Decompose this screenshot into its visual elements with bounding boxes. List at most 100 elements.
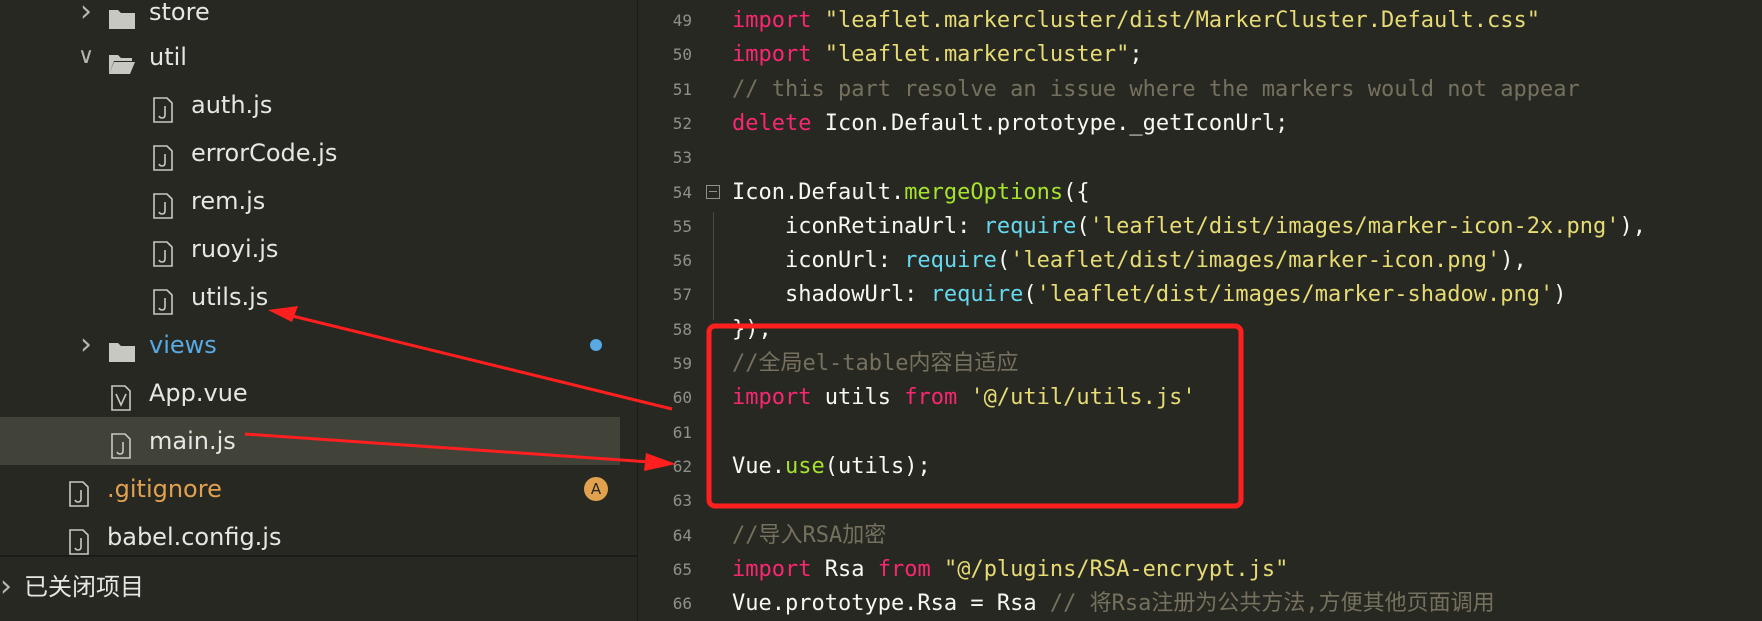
code-line[interactable]: 51 // this part resolve an issue where th… — [638, 73, 1762, 107]
line-number: 57 — [672, 285, 692, 304]
line-number: 59 — [672, 354, 692, 373]
code-line[interactable]: 55 iconRetinaUrl: require('leaflet/dist/… — [638, 210, 1762, 244]
code-line[interactable]: 65 import Rsa from "@/plugins/RSA-encrypt… — [638, 553, 1762, 587]
code-token: Vue.prototype.Rsa = Rsa — [732, 591, 1050, 616]
code-line[interactable]: 61 — [638, 416, 1762, 450]
code-token: import — [732, 385, 812, 410]
line-number: 55 — [672, 217, 692, 236]
line-number: 49 — [672, 11, 692, 30]
js-file-icon — [152, 283, 178, 315]
code-token: ({ — [1063, 180, 1090, 205]
code-token: iconRetinaUrl: — [732, 214, 984, 239]
code-token: require — [983, 214, 1077, 239]
sidebar-item-babel-config-js[interactable]: babel.config.js — [0, 513, 620, 561]
sidebar-item-label: util — [149, 43, 187, 71]
code-token: Rsa — [811, 557, 878, 582]
code-line[interactable]: 50 import "leaflet.markercluster"; — [638, 38, 1762, 72]
sidebar-item-label: errorCode.js — [191, 139, 338, 167]
code-text: import "leaflet.markercluster/dist/Marke… — [732, 4, 1540, 38]
sidebar-item-main-js[interactable]: main.js — [0, 417, 620, 465]
fold-collapse-icon[interactable] — [706, 185, 720, 199]
code-line[interactable]: 54 Icon.Default.mergeOptions({ — [638, 176, 1762, 210]
modified-dot-badge — [590, 339, 602, 351]
js-file-icon — [152, 139, 178, 171]
code-token: Icon.Default.prototype._getIconUrl; — [811, 111, 1289, 136]
code-token: from — [877, 557, 931, 582]
sidebar-item-ruoyi-js[interactable]: ruoyi.js — [0, 225, 620, 273]
code-text: iconRetinaUrl: require('leaflet/dist/ima… — [732, 210, 1646, 244]
line-number: 65 — [672, 560, 692, 579]
code-token: "leaflet.markercluster/dist/MarkerCluste… — [824, 8, 1540, 33]
chevron-right-icon[interactable]: › — [74, 321, 98, 369]
chevron-right-icon[interactable]: › — [74, 0, 98, 36]
code-text: iconUrl: require('leaflet/dist/images/ma… — [732, 244, 1527, 278]
line-number: 63 — [672, 491, 692, 510]
line-number: 66 — [672, 594, 692, 613]
sidebar-item-label: App.vue — [149, 379, 248, 407]
code-token: import — [732, 42, 812, 67]
sidebar-item-views[interactable]: › views — [0, 321, 620, 369]
sidebar-item-label: store — [149, 0, 210, 26]
sidebar-item-label: rem.js — [191, 187, 266, 215]
sidebar-item-store[interactable]: › store — [0, 0, 620, 36]
code-line[interactable]: 62 Vue.use(utils); — [638, 450, 1762, 484]
code-token: 'leaflet/dist/images/marker-icon-2x.png' — [1089, 214, 1620, 239]
code-token: //导入RSA加密 — [732, 523, 887, 548]
code-line[interactable]: 60 import utils from '@/util/utils.js' — [638, 381, 1762, 415]
sidebar-item-gitignore[interactable]: .gitignore A — [0, 465, 620, 513]
code-editor[interactable]: 49 import "leaflet.markercluster/dist/Mar… — [637, 0, 1762, 621]
sidebar-item-label: views — [149, 331, 217, 359]
js-file-icon — [152, 91, 178, 123]
sidebar-item-util[interactable]: ∨ util — [0, 33, 620, 81]
code-token: ), — [1500, 248, 1527, 273]
chevron-right-icon[interactable]: › — [0, 557, 14, 617]
code-line[interactable]: 52 delete Icon.Default.prototype._getIcon… — [638, 107, 1762, 141]
code-text: //全局el-table内容自适应 — [732, 347, 1018, 381]
folder-icon — [108, 0, 135, 29]
code-token: import — [732, 557, 812, 582]
sidebar-item-utils-js[interactable]: utils.js — [0, 273, 620, 321]
sidebar-item-auth-js[interactable]: auth.js — [0, 81, 620, 129]
line-number: 58 — [672, 320, 692, 339]
code-line[interactable]: 57 shadowUrl: require('leaflet/dist/imag… — [638, 278, 1762, 312]
code-token: ( — [996, 248, 1011, 273]
code-token: use — [784, 454, 825, 479]
code-line[interactable]: 56 iconUrl: require('leaflet/dist/images… — [638, 244, 1762, 278]
line-number: 53 — [672, 148, 692, 167]
code-token: ( — [1076, 214, 1090, 239]
code-token: import — [732, 8, 812, 33]
code-line[interactable]: 53 — [638, 141, 1762, 175]
line-number: 61 — [672, 423, 692, 442]
code-token: ) — [1553, 282, 1567, 307]
code-token: // 将Rsa注册为公共方法,方便其他页面调用 — [1049, 591, 1495, 616]
code-line[interactable]: 59 //全局el-table内容自适应 — [638, 347, 1762, 381]
code-line[interactable]: 49 import "leaflet.markercluster/dist/Mar… — [638, 4, 1762, 38]
chevron-down-icon[interactable]: ∨ — [74, 33, 98, 81]
code-line[interactable]: 66 Vue.prototype.Rsa = Rsa // 将Rsa注册为公共方法… — [638, 587, 1762, 621]
code-line[interactable]: 63 — [638, 484, 1762, 518]
closed-projects-section[interactable]: › 已关闭项目 — [0, 555, 637, 621]
code-token: ( — [1023, 282, 1037, 307]
line-number: 56 — [672, 251, 692, 270]
sidebar-item-app-vue[interactable]: App.vue — [0, 369, 620, 417]
code-line[interactable]: 58}); — [638, 313, 1762, 347]
code-token: //全局el-table内容自适应 — [732, 351, 1019, 376]
line-number: 52 — [672, 114, 692, 133]
git-added-badge: A — [584, 477, 608, 501]
code-text: //导入RSA加密 — [732, 519, 886, 553]
code-token: '@/util/utils.js' — [970, 385, 1196, 410]
line-number: 62 — [672, 457, 692, 476]
js-file-icon — [152, 235, 178, 267]
sidebar-item-errorcode-js[interactable]: errorCode.js — [0, 129, 620, 177]
code-text: import "leaflet.markercluster"; — [732, 38, 1143, 72]
line-number: 60 — [672, 388, 692, 407]
code-line[interactable]: 64 //导入RSA加密 — [638, 519, 1762, 553]
code-token: shadowUrl: — [732, 282, 931, 307]
code-text: Vue.prototype.Rsa = Rsa // 将Rsa注册为公共方法,方… — [732, 587, 1495, 621]
code-token: Icon.Default. — [732, 180, 905, 205]
sidebar-item-rem-js[interactable]: rem.js — [0, 177, 620, 225]
sidebar-item-label: utils.js — [191, 283, 269, 311]
